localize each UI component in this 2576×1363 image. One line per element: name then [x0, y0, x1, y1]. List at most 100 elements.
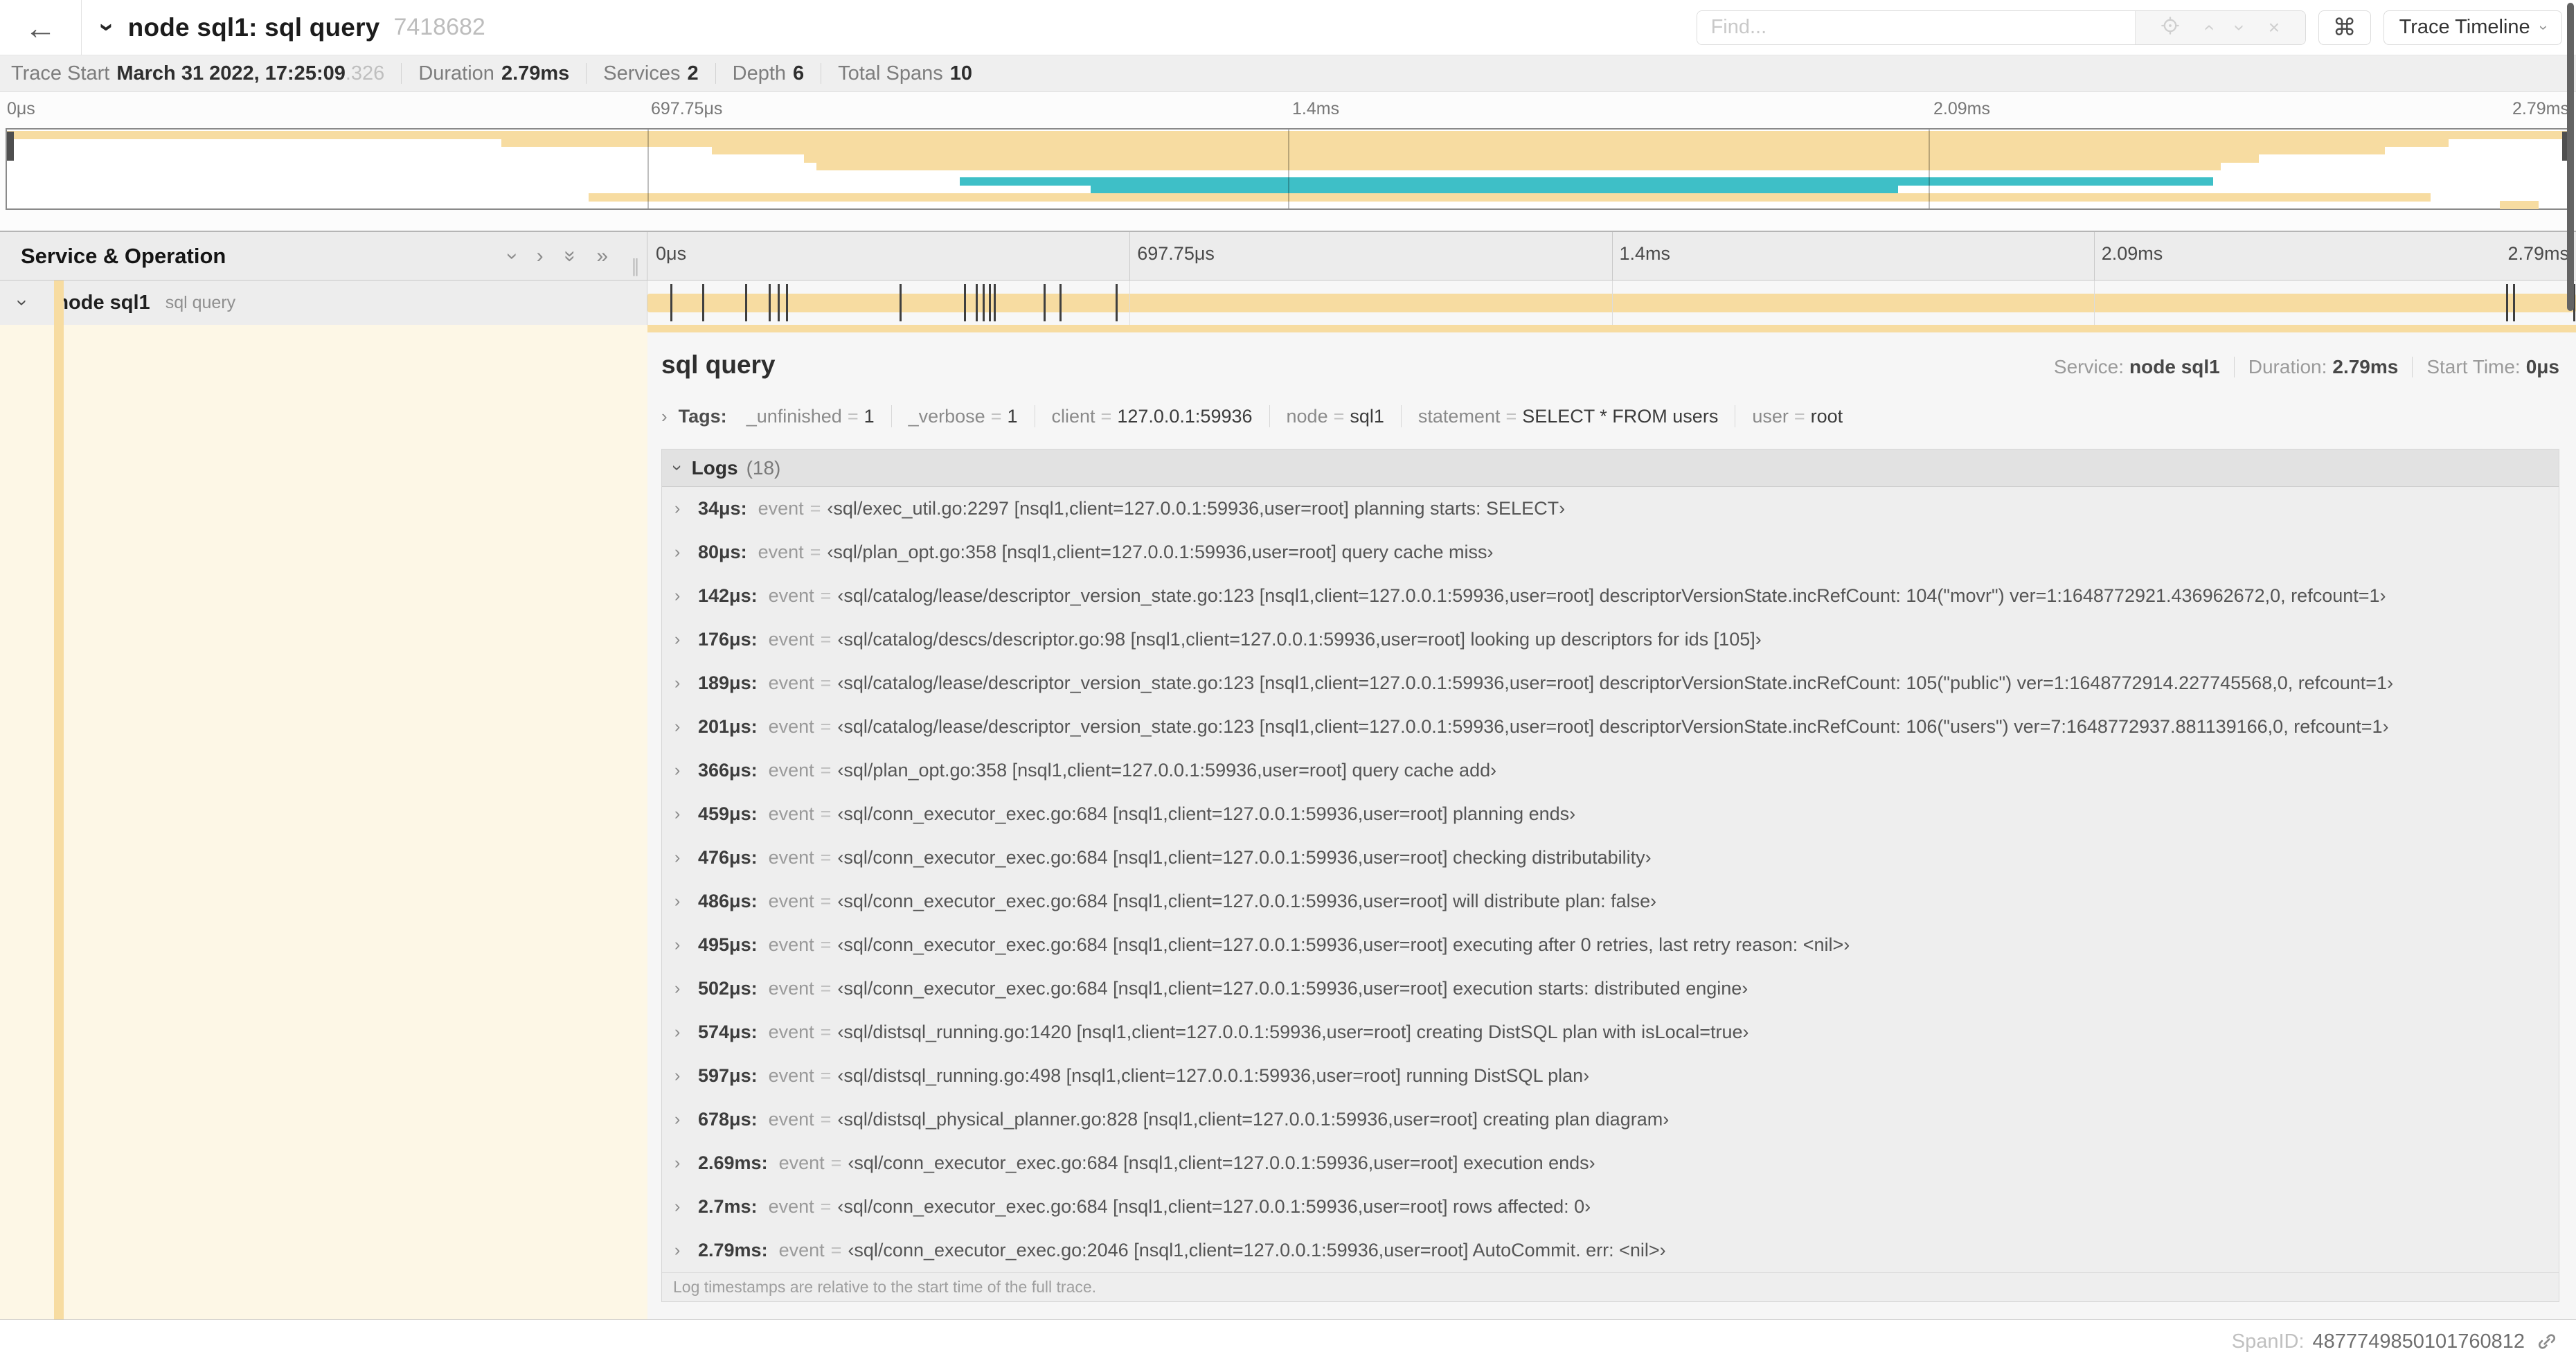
log-row[interactable]: › 495μs: event = ‹sql/conn_executor_exec.go:… — [662, 923, 2559, 967]
log-row[interactable]: › 2.69ms: event = ‹sql/conn_executor_exec.go… — [662, 1141, 2559, 1185]
log-row[interactable]: › 476μs: event = ‹sql/conn_executor_exec.go:… — [662, 836, 2559, 880]
log-timestamp: 176μs: — [698, 629, 758, 650]
log-timestamp: 486μs: — [698, 891, 758, 911]
minimap-left-handle[interactable] — [7, 132, 14, 161]
chevron-right-icon: › — [674, 1240, 681, 1260]
log-equals: = — [820, 891, 832, 911]
chevron-right-icon: › — [674, 717, 681, 736]
log-timestamp: 201μs: — [698, 716, 758, 737]
minimap-span-bar — [2500, 200, 2539, 209]
column-resizer-grip[interactable]: ∥ — [631, 256, 641, 277]
log-field-value: ‹sql/catalog/descs/descriptor.go:98 [nsq… — [837, 629, 1762, 650]
minimap-ruler-tick: 1.4ms — [1292, 99, 1340, 118]
collapse-one-icon[interactable]: › — [501, 253, 524, 260]
span-row-timeline-cell[interactable] — [647, 280, 2576, 325]
logs-label: Logs — [691, 456, 738, 479]
log-row[interactable]: › 678μs: event = ‹sql/distsql_physical_plann… — [662, 1098, 2559, 1141]
tag-key: _verbose — [908, 405, 985, 427]
log-row[interactable]: › 366μs: event = ‹sql/plan_opt.go:358 [nsql1… — [662, 749, 2559, 792]
log-equals: = — [820, 629, 832, 650]
log-row[interactable]: › 2.7ms: event = ‹sql/conn_executor_exec.go:… — [662, 1185, 2559, 1229]
span-detail-zone: sql query Service: node sql1 Duration: 2.7… — [0, 325, 2576, 1319]
back-button[interactable]: ← — [0, 0, 82, 55]
find-next-icon[interactable]: › — [2230, 24, 2251, 30]
log-timestamp: 2.7ms: — [698, 1196, 758, 1217]
find-prev-icon[interactable]: › — [2197, 24, 2219, 30]
log-row[interactable]: › 142μs: event = ‹sql/catalog/lease/descript… — [662, 574, 2559, 618]
keyboard-shortcuts-button[interactable]: ⌘ — [2318, 10, 2371, 45]
divider — [2412, 357, 2413, 377]
log-marker-tick — [976, 284, 978, 321]
log-field-value: ‹sql/catalog/lease/descriptor_version_st… — [837, 716, 2389, 737]
span-chevron-down-icon[interactable]: › — [12, 299, 34, 305]
find-input[interactable] — [1697, 10, 2135, 44]
log-row[interactable]: › 34μs: event = ‹sql/exec_util.go:2297 [nsql… — [662, 487, 2559, 531]
log-equals: = — [830, 1240, 842, 1260]
log-row[interactable]: › 176μs: event = ‹sql/catalog/descs/descript… — [662, 618, 2559, 661]
log-row[interactable]: › 459μs: event = ‹sql/conn_executor_exec.go:… — [662, 792, 2559, 836]
log-field-key: event — [768, 1022, 814, 1042]
tags-accordion[interactable]: › Tags: _unfinished = 1 _verbose = 1 client = 12… — [661, 399, 2559, 434]
log-field-value: ‹sql/conn_executor_exec.go:684 [nsql1,cl… — [848, 1152, 1595, 1173]
log-marker-tick — [670, 284, 672, 321]
log-field-key: event — [768, 1196, 814, 1217]
collapse-all-icon[interactable]: » — [559, 250, 582, 262]
deep-link-icon[interactable] — [2536, 1330, 2558, 1353]
timeline-tick: 697.75μs — [1129, 232, 1215, 280]
log-equals: = — [820, 1196, 832, 1217]
trace-view-select[interactable]: Trace Timeline › — [2383, 10, 2562, 45]
log-equals: = — [820, 803, 832, 824]
expand-all-icon[interactable]: » — [596, 245, 608, 267]
match-highlight-icon[interactable] — [2161, 16, 2180, 39]
meta-value: 10 — [949, 62, 972, 84]
log-row[interactable]: › 574μs: event = ‹sql/distsql_running.go:142… — [662, 1010, 2559, 1054]
log-marker-tick — [1043, 284, 1046, 321]
span-service-name: node sql1 — [56, 291, 150, 314]
log-row[interactable]: › 2.79ms: event = ‹sql/conn_executor_exec.go… — [662, 1229, 2559, 1272]
logs-count: (18) — [746, 456, 781, 479]
log-row[interactable]: › 502μs: event = ‹sql/conn_executor_exec.go:… — [662, 967, 2559, 1010]
log-field-value: ‹sql/catalog/lease/descriptor_version_st… — [837, 672, 2394, 693]
start-time-value: 0μs — [2525, 356, 2559, 377]
find-clear-icon[interactable]: × — [2269, 17, 2280, 37]
collapse-controls: › › » » — [501, 245, 608, 267]
minimap-gridline — [647, 130, 649, 208]
minimap-span-bar — [960, 177, 2213, 186]
chevron-right-icon: › — [674, 1022, 681, 1042]
log-equals: = — [820, 760, 832, 781]
tag-value: root — [1810, 405, 1843, 427]
span-detail-title: sql query — [661, 350, 776, 379]
span-row-name-cell[interactable]: › node sql1 sql query — [0, 280, 647, 325]
log-marker-tick — [983, 284, 985, 321]
log-row[interactable]: › 80μs: event = ‹sql/plan_opt.go:358 [nsql1,… — [662, 531, 2559, 574]
meta-label: Depth — [732, 62, 787, 84]
minimap-canvas[interactable] — [6, 128, 2570, 210]
trace-meta-items: Trace Start March 31 2022, 17:25:09.326 Du… — [11, 62, 972, 85]
logs-header[interactable]: › Logs (18) — [662, 449, 2559, 487]
log-timestamp: 189μs: — [698, 672, 758, 693]
log-field-value: ‹sql/conn_executor_exec.go:684 [nsql1,cl… — [837, 934, 1850, 955]
log-marker-tick — [744, 284, 747, 321]
log-field-key: event — [778, 1240, 825, 1260]
log-equals: = — [830, 1152, 842, 1173]
log-field-value: ‹sql/conn_executor_exec.go:684 [nsql1,cl… — [837, 891, 1657, 911]
log-timestamp: 80μs: — [698, 542, 747, 562]
timeline-header-row: Service & Operation › › » » ∥ 0μs 697.75μ… — [0, 232, 2576, 280]
chevron-right-icon: › — [674, 499, 681, 518]
log-row[interactable]: › 486μs: event = ‹sql/conn_executor_exec.go:… — [662, 880, 2559, 923]
service-label: Service: — [2053, 356, 2125, 377]
log-field-key: event — [768, 585, 814, 606]
log-row[interactable]: › 201μs: event = ‹sql/catalog/lease/descript… — [662, 705, 2559, 749]
page-header: ← › node sql1: sql query 7418682 › › × — [0, 0, 2576, 55]
log-row[interactable]: › 189μs: event = ‹sql/catalog/lease/descript… — [662, 661, 2559, 705]
page-scrollbar[interactable] — [2567, 3, 2574, 311]
trace-title-chevron-down-icon[interactable]: › — [92, 23, 122, 32]
log-field-value: ‹sql/conn_executor_exec.go:684 [nsql1,cl… — [837, 1196, 1591, 1217]
minimap-ruler-tick: 2.79ms — [2512, 99, 2569, 118]
log-row[interactable]: › 597μs: event = ‹sql/distsql_running.go:498… — [662, 1054, 2559, 1098]
expand-one-icon[interactable]: › — [537, 245, 544, 267]
log-field-value: ‹sql/conn_executor_exec.go:684 [nsql1,cl… — [837, 847, 1652, 868]
log-field-value: ‹sql/distsql_running.go:1420 [nsql1,clie… — [837, 1022, 1749, 1042]
chevron-right-icon: › — [674, 760, 681, 780]
log-marker-tick — [768, 284, 771, 321]
